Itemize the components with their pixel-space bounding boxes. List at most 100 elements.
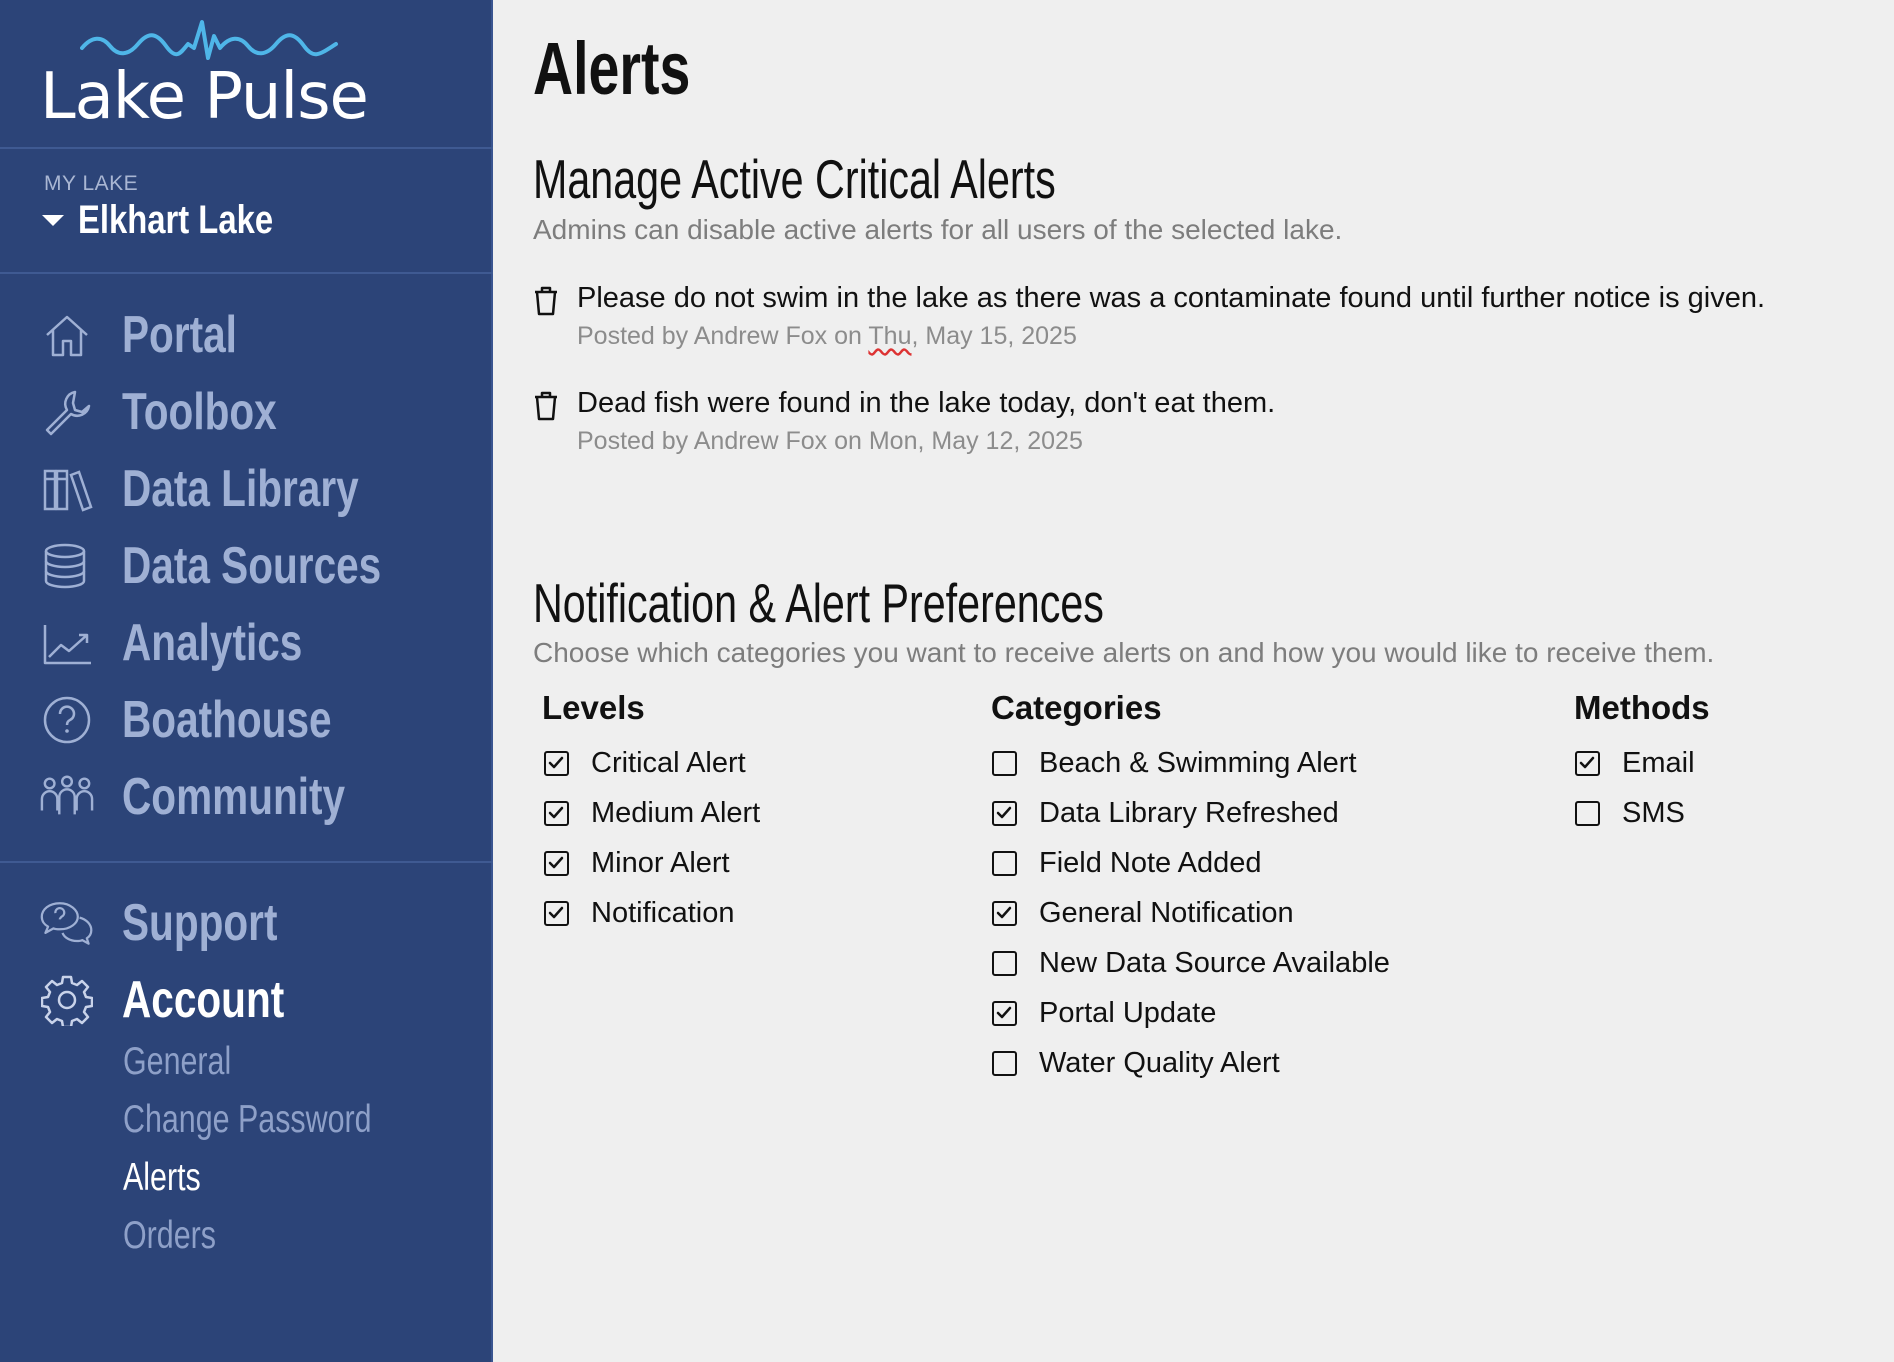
- checkbox-unchecked[interactable]: [992, 951, 1017, 976]
- question-circle-icon: [40, 693, 94, 747]
- trash-icon[interactable]: [533, 391, 559, 421]
- method-checkbox-row[interactable]: Email: [1575, 747, 1695, 780]
- checkbox-label: Minor Alert: [591, 847, 730, 879]
- sidebar: Lake Pulse MY LAKE Elkhart Lake Portal T…: [0, 0, 493, 1362]
- category-checkbox-row[interactable]: General Notification: [992, 897, 1294, 930]
- lake-pulse-logo[interactable]: Lake Pulse: [40, 18, 370, 134]
- checkbox-label: Medium Alert: [591, 797, 761, 829]
- brand-name: Lake Pulse: [40, 60, 369, 134]
- books-icon: [40, 462, 94, 516]
- trash-icon[interactable]: [533, 286, 559, 316]
- checkbox-checked[interactable]: [544, 901, 569, 926]
- pulse-wave-icon: [80, 20, 338, 60]
- checkbox-unchecked[interactable]: [992, 751, 1017, 776]
- checkbox-label: Critical Alert: [591, 747, 746, 779]
- alert-meta: Posted by Andrew Fox on Thu, May 15, 202…: [577, 322, 1077, 350]
- preferences-title: Notification & Alert Preferences: [533, 572, 1104, 634]
- checkbox-checked[interactable]: [544, 751, 569, 776]
- category-checkbox-row[interactable]: New Data Source Available: [992, 947, 1390, 980]
- nav-boathouse[interactable]: Boathouse: [40, 685, 391, 755]
- subnav-general[interactable]: General: [123, 1040, 231, 1084]
- checkmark-icon: [1579, 756, 1595, 769]
- page-title: Alerts: [533, 27, 691, 110]
- nav-label: Toolbox: [122, 383, 277, 441]
- checkbox-label: Portal Update: [1039, 997, 1217, 1029]
- nav-analytics[interactable]: Analytics: [40, 608, 353, 678]
- sidebar-divider: [0, 147, 493, 149]
- preferences-subtitle: Choose which categories you want to rece…: [533, 637, 1715, 668]
- checkbox-label: New Data Source Available: [1039, 947, 1390, 979]
- manage-alerts-subtitle: Admins can disable active alerts for all…: [533, 214, 1343, 245]
- checkmark-icon: [548, 906, 564, 919]
- gear-icon: [40, 973, 94, 1027]
- levels-heading: Levels: [542, 689, 645, 726]
- level-checkbox-row[interactable]: Critical Alert: [544, 747, 746, 780]
- level-checkbox-row[interactable]: Notification: [544, 897, 734, 930]
- sidebar-divider: [0, 861, 493, 863]
- checkbox-checked[interactable]: [992, 1001, 1017, 1026]
- my-lake-label: MY LAKE: [44, 172, 139, 195]
- nav-toolbox[interactable]: Toolbox: [40, 377, 320, 447]
- subnav-alerts[interactable]: Alerts: [123, 1156, 201, 1200]
- checkbox-checked[interactable]: [992, 801, 1017, 826]
- nav-label: Analytics: [122, 614, 303, 672]
- category-checkbox-row[interactable]: Portal Update: [992, 997, 1216, 1030]
- checkbox-label: Water Quality Alert: [1039, 1047, 1280, 1079]
- alert-message: Please do not swim in the lake as there …: [577, 282, 1766, 314]
- checkbox-checked[interactable]: [992, 901, 1017, 926]
- manage-alerts-title: Manage Active Critical Alerts: [533, 148, 1056, 210]
- alert-message: Dead fish were found in the lake today, …: [577, 387, 1276, 419]
- checkbox-unchecked[interactable]: [992, 1051, 1017, 1076]
- nav-label: Boathouse: [122, 691, 332, 749]
- checkbox-label: Data Library Refreshed: [1039, 797, 1339, 829]
- chat-question-icon: [40, 896, 94, 950]
- level-checkbox-row[interactable]: Medium Alert: [544, 797, 760, 830]
- nav-account[interactable]: Account: [40, 965, 330, 1035]
- sidebar-divider: [0, 272, 493, 274]
- checkmark-icon: [548, 806, 564, 819]
- checkbox-label: General Notification: [1039, 897, 1294, 929]
- checkbox-label: Field Note Added: [1039, 847, 1262, 879]
- category-checkbox-row[interactable]: Water Quality Alert: [992, 1047, 1280, 1080]
- lake-name: Elkhart Lake: [78, 198, 274, 242]
- people-icon: [40, 770, 94, 824]
- level-checkbox-row[interactable]: Minor Alert: [544, 847, 730, 880]
- method-checkbox-row[interactable]: SMS: [1575, 797, 1685, 830]
- checkbox-unchecked[interactable]: [1575, 801, 1600, 826]
- checkmark-icon: [996, 1006, 1012, 1019]
- nav-label: Data Sources: [122, 537, 382, 595]
- checkmark-icon: [996, 906, 1012, 919]
- alert-meta: Posted by Andrew Fox on Mon, May 12, 202…: [577, 427, 1083, 455]
- nav-label: Portal: [122, 306, 237, 364]
- nav-label: Data Library: [122, 460, 359, 518]
- checkbox-label: SMS: [1622, 797, 1685, 829]
- category-checkbox-row[interactable]: Field Note Added: [992, 847, 1261, 880]
- nav-data-sources[interactable]: Data Sources: [40, 531, 454, 601]
- checkbox-checked[interactable]: [544, 801, 569, 826]
- checkbox-label: Email: [1622, 747, 1695, 779]
- subnav-change-password[interactable]: Change Password: [123, 1098, 372, 1142]
- nav-data-library[interactable]: Data Library: [40, 454, 425, 524]
- database-icon: [40, 539, 94, 593]
- nav-label: Account: [122, 971, 285, 1029]
- chart-line-icon: [40, 616, 94, 670]
- categories-heading: Categories: [991, 689, 1162, 726]
- wrench-icon: [40, 385, 94, 439]
- checkmark-icon: [548, 756, 564, 769]
- nav-label: Community: [122, 768, 346, 826]
- subnav-orders[interactable]: Orders: [123, 1214, 216, 1258]
- caret-down-icon: [42, 215, 64, 226]
- category-checkbox-row[interactable]: Data Library Refreshed: [992, 797, 1339, 830]
- lake-selector[interactable]: Elkhart Lake: [42, 198, 316, 243]
- checkbox-unchecked[interactable]: [992, 851, 1017, 876]
- nav-community[interactable]: Community: [40, 762, 408, 832]
- checkbox-label: Notification: [591, 897, 735, 929]
- nav-support[interactable]: Support: [40, 888, 321, 958]
- checkbox-label: Beach & Swimming Alert: [1039, 747, 1357, 779]
- methods-heading: Methods: [1574, 689, 1710, 726]
- checkbox-checked[interactable]: [544, 851, 569, 876]
- checkmark-icon: [996, 806, 1012, 819]
- checkbox-checked[interactable]: [1575, 751, 1600, 776]
- category-checkbox-row[interactable]: Beach & Swimming Alert: [992, 747, 1357, 780]
- nav-portal[interactable]: Portal: [40, 300, 269, 370]
